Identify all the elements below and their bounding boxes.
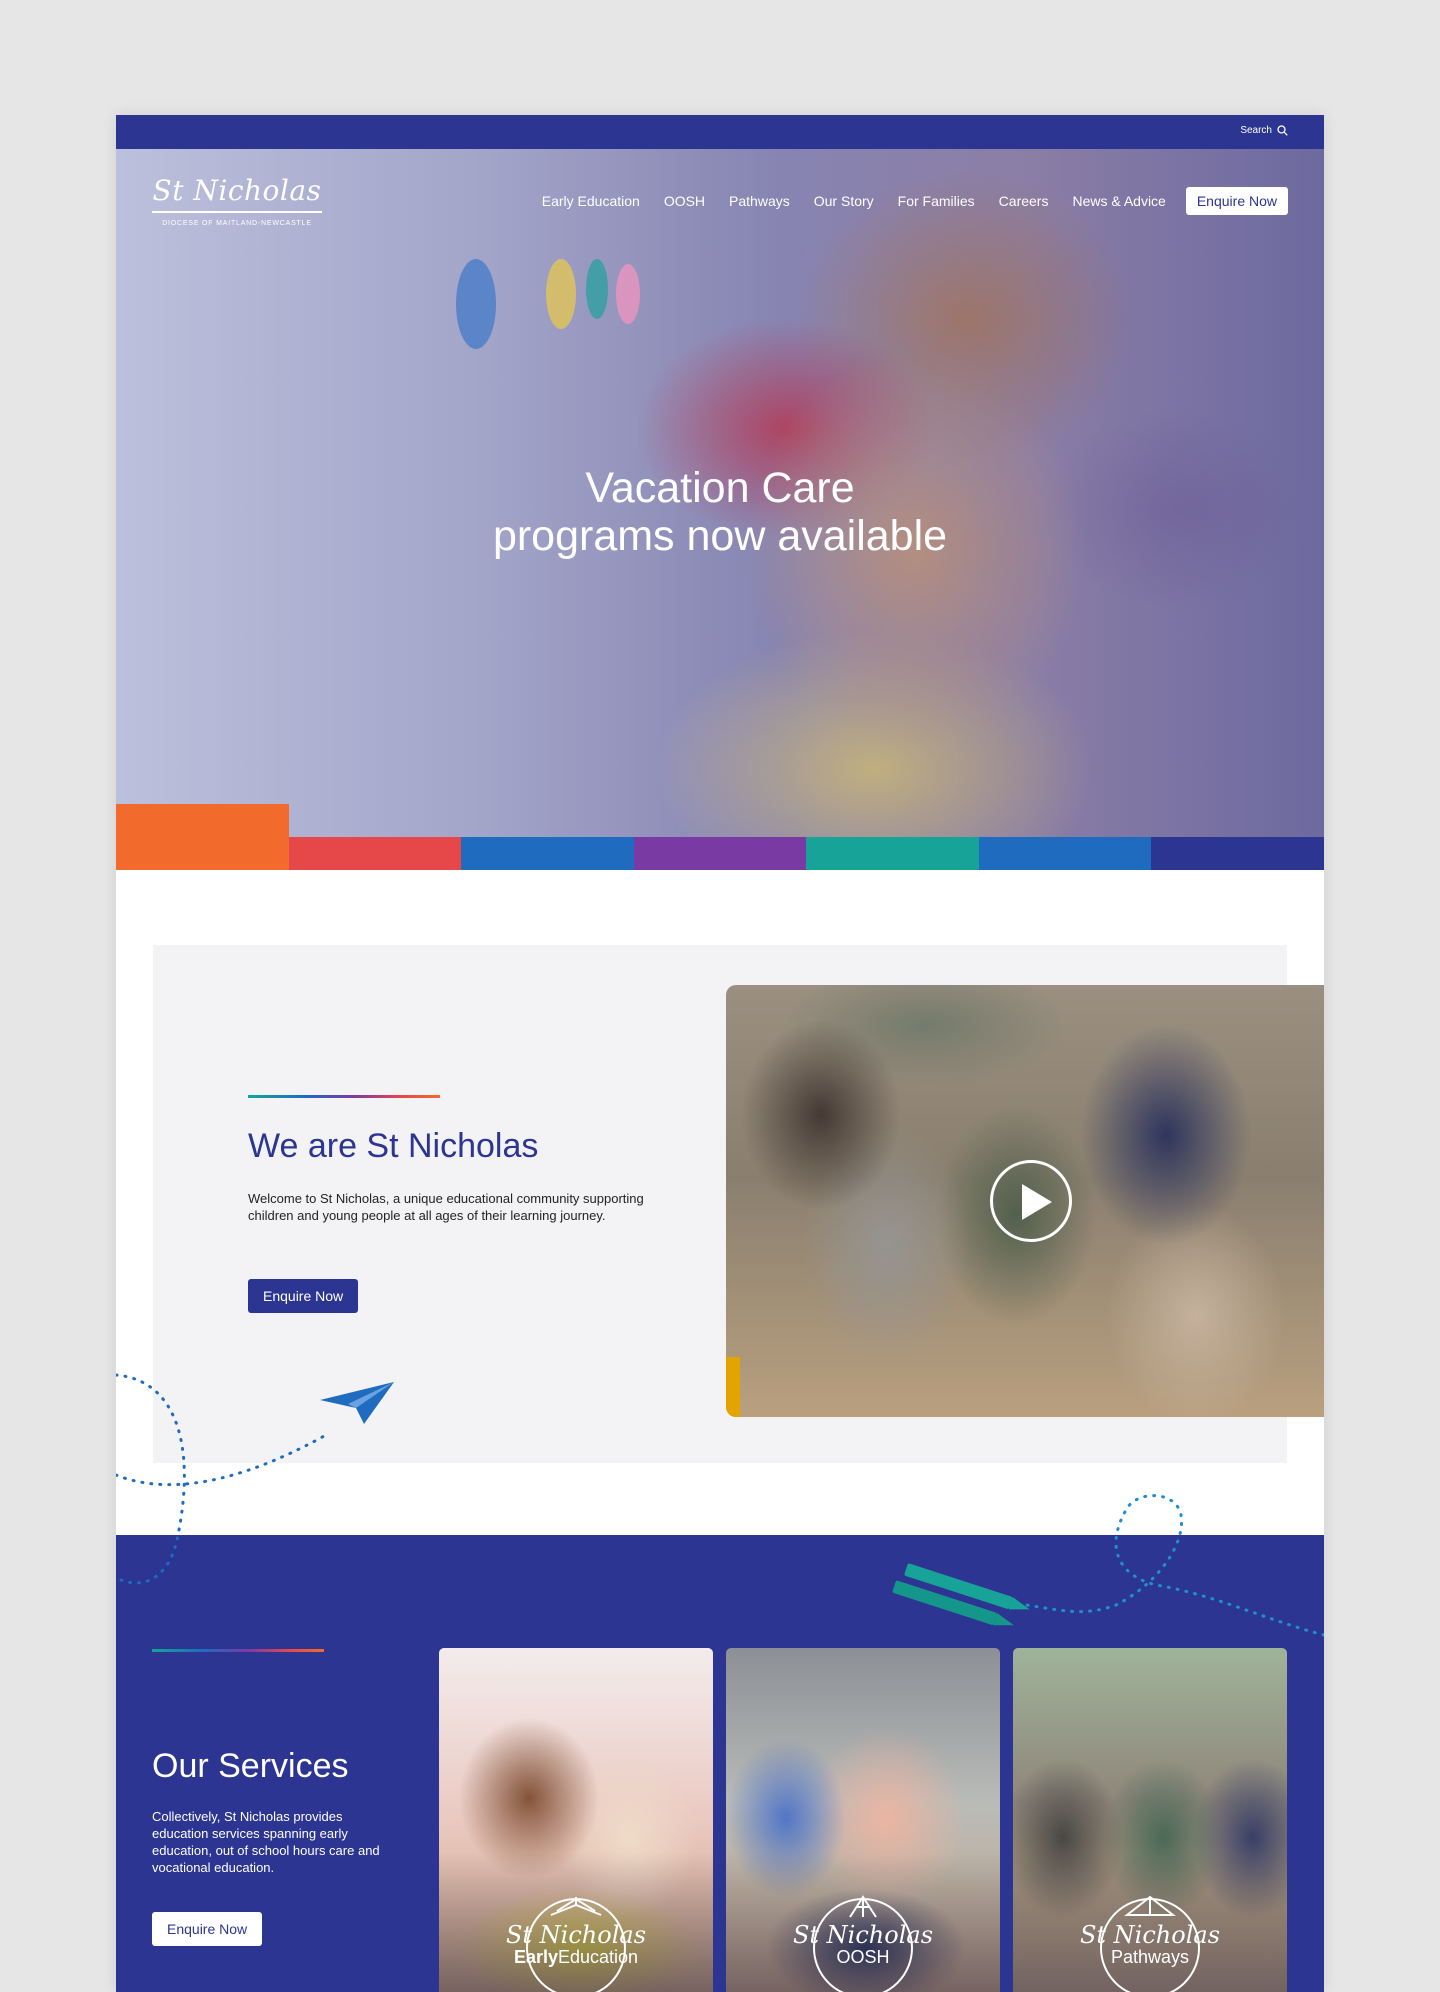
site-logo[interactable]: St Nicholas DIOCESE OF MAITLAND-NEWCASTL… xyxy=(152,174,322,227)
card-subtitle: Pathways xyxy=(1013,1947,1287,1967)
stripe-segment xyxy=(1151,837,1324,870)
card-subtitle-rest: Pathways xyxy=(1110,1947,1190,1967)
hero-title-line-1: Vacation Care xyxy=(585,464,855,512)
card-brand: St Nicholas xyxy=(505,1921,647,1949)
card-subtitle-bold: Early xyxy=(513,1947,558,1967)
page-frame: Search St Nicholas DIOCESE OF MAITLAND-N… xyxy=(116,115,1324,1992)
colour-stripe xyxy=(116,837,1324,870)
book-icon xyxy=(1124,1895,1176,1916)
nav-item-pathways[interactable]: Pathways xyxy=(729,193,790,209)
stripe-segment xyxy=(978,837,1152,870)
nav-item-news-advice[interactable]: News & Advice xyxy=(1072,193,1165,209)
stripe-segment xyxy=(633,837,807,870)
services-accent-line xyxy=(152,1649,324,1652)
service-card-oosh[interactable]: St Nicholas OOSH xyxy=(726,1648,1000,1992)
hero-decoration xyxy=(586,259,608,319)
hero-decoration xyxy=(456,259,496,349)
card-subtitle: OOSH xyxy=(726,1947,1000,1967)
play-button[interactable] xyxy=(990,1160,1072,1242)
play-icon xyxy=(1022,1184,1052,1220)
about-body: Welcome to St Nicholas, a unique educati… xyxy=(248,1191,644,1223)
rocket-icon xyxy=(849,1895,877,1918)
intro-video[interactable] xyxy=(726,985,1324,1417)
book-icon xyxy=(550,1897,602,1916)
hero-decoration xyxy=(546,259,576,329)
service-card-early-education[interactable]: St Nicholas EarlyEducation xyxy=(439,1648,713,1992)
hero-banner: St Nicholas DIOCESE OF MAITLAND-NEWCASTL… xyxy=(116,149,1324,837)
hero-title-line-2: programs now available xyxy=(492,512,948,560)
search-link[interactable]: Search xyxy=(1240,125,1288,136)
about-title: We are St Nicholas xyxy=(248,1127,539,1165)
stripe-segment xyxy=(461,837,634,870)
video-edge-accent xyxy=(726,1357,740,1417)
about-accent-line xyxy=(248,1095,440,1098)
card-subtitle: EarlyEducation xyxy=(439,1947,713,1967)
stripe-segment xyxy=(288,837,462,870)
services-body: Collectively, St Nicholas provides educa… xyxy=(152,1809,380,1875)
services-title: Our Services xyxy=(152,1747,349,1785)
card-subtitle-rest: Education xyxy=(557,1947,639,1967)
card-brand: St Nicholas xyxy=(1079,1921,1221,1949)
services-enquire-button[interactable]: Enquire Now xyxy=(152,1912,263,1946)
search-label: Search xyxy=(1240,125,1272,136)
hero-decoration xyxy=(616,264,640,324)
search-icon xyxy=(1277,125,1288,136)
stripe-segment-raised xyxy=(116,804,289,870)
service-card-pathways[interactable]: St Nicholas Pathways xyxy=(1013,1648,1287,1992)
hero-title: Vacation Care programs now available xyxy=(116,464,1324,560)
nav-item-early-education[interactable]: Early Education xyxy=(542,193,640,209)
nav-item-for-families[interactable]: For Families xyxy=(898,193,975,209)
logo-wordmark: St Nicholas xyxy=(152,174,322,213)
nav-item-careers[interactable]: Careers xyxy=(999,193,1049,209)
nav-item-oosh[interactable]: OOSH xyxy=(664,193,705,209)
logo-tagline: DIOCESE OF MAITLAND-NEWCASTLE xyxy=(162,220,312,227)
nav-item-our-story[interactable]: Our Story xyxy=(814,193,874,209)
card-subtitle-rest: OOSH xyxy=(836,1947,890,1967)
stripe-segment xyxy=(806,837,979,870)
main-nav: Early Education OOSH Pathways Our Story … xyxy=(542,187,1288,215)
enquire-now-button[interactable]: Enquire Now xyxy=(1185,187,1288,215)
utility-bar: Search xyxy=(116,115,1324,149)
card-brand: St Nicholas xyxy=(792,1921,934,1949)
about-enquire-button[interactable]: Enquire Now xyxy=(248,1279,359,1313)
